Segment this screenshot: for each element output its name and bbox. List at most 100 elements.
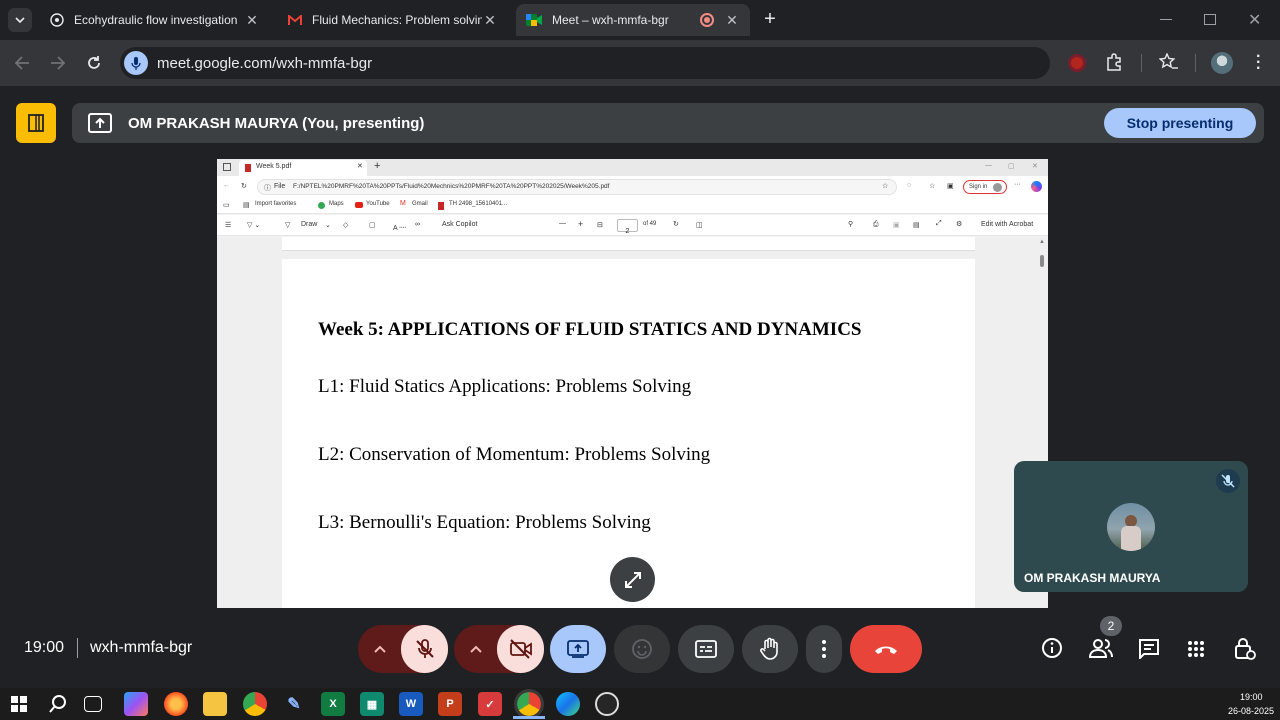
bookmark-item: YouTube — [366, 201, 390, 207]
captions-button[interactable] — [678, 625, 734, 673]
audio-options-button[interactable] — [358, 625, 401, 673]
camera-control-group — [454, 625, 544, 673]
close-icon: ✕ — [1032, 163, 1038, 170]
word-icon[interactable]: W — [399, 692, 423, 716]
taskbar-time: 19:00 — [1240, 692, 1263, 702]
file-explorer-icon[interactable] — [203, 692, 227, 716]
host-controls-icon[interactable] — [1234, 636, 1256, 660]
favorites-icon[interactable] — [1159, 53, 1179, 71]
more-options-button[interactable] — [806, 625, 842, 673]
bookmark-item: TH 2498_15610401... — [449, 201, 508, 207]
windows-taskbar — [0, 688, 1280, 720]
collections-icon: ▣ — [947, 183, 954, 190]
back-icon[interactable] — [14, 56, 30, 70]
app-icon[interactable]: ✓ — [478, 692, 502, 716]
contents-icon: ☰ — [225, 222, 232, 229]
stop-presenting-button[interactable]: Stop presenting — [1104, 108, 1256, 138]
bookmark-item: Gmail — [412, 201, 428, 207]
close-tab-icon[interactable]: ✕ — [724, 12, 740, 29]
reactions-button[interactable] — [614, 625, 670, 673]
voice-search-icon[interactable] — [124, 51, 148, 75]
shared-tab-title: Week 5.pdf — [256, 163, 292, 170]
activities-icon[interactable] — [1187, 640, 1205, 658]
browser-tab-3[interactable]: Meet – wxh-mmfa-bgr ✕ — [516, 4, 750, 36]
app-icon[interactable]: ▦ — [360, 692, 384, 716]
address-bar[interactable]: meet.google.com/wxh-mmfa-bgr — [120, 47, 1050, 79]
menu-kebab-icon[interactable]: · · · — [1256, 49, 1261, 77]
profile-avatar[interactable] — [1211, 52, 1233, 74]
eraser-icon: ◇ — [343, 222, 349, 229]
view-icon: ▢ — [369, 222, 376, 229]
tablet-icon: ▭ — [223, 202, 230, 209]
microphone-button[interactable] — [401, 625, 448, 673]
shared-tab-strip: Week 5.pdf ✕ + — ▢ ✕ — [217, 159, 1048, 176]
minimize-icon[interactable] — [1160, 19, 1172, 20]
taskbar-date: 26-08-2025 — [1228, 706, 1275, 716]
powerpoint-icon[interactable]: P — [438, 692, 462, 716]
meet-logo-icon — [16, 103, 56, 143]
page-view-icon: ◫ — [696, 222, 703, 229]
present-button[interactable] — [550, 625, 606, 673]
highlight-icon: ▽ ⌄ — [247, 222, 261, 229]
avatar-icon — [993, 183, 1002, 192]
forward-icon[interactable] — [50, 56, 66, 70]
tab-search-button[interactable] — [8, 8, 32, 32]
meeting-time: 19:00 — [24, 639, 65, 656]
windows-start-icon[interactable] — [11, 696, 27, 712]
read-aloud-icon: ◌ — [907, 182, 912, 189]
tab-title: Meet – wxh-mmfa-bgr — [552, 13, 669, 27]
participant-count: 2 — [1107, 619, 1115, 633]
rotate-icon: ↻ — [673, 221, 679, 228]
expand-presentation-button[interactable] — [610, 557, 655, 602]
bookmark-item: Import favorites — [255, 201, 297, 207]
fullscreen-icon: ⤢ — [936, 220, 942, 227]
browser-tab-1[interactable]: Ecohydraulic flow investigation ✕ — [40, 4, 270, 36]
back-icon: ← — [223, 182, 230, 189]
task-view-icon[interactable] — [84, 696, 102, 712]
chevron-down-icon: ⌄ — [325, 222, 331, 229]
page-number-box: 2 — [617, 219, 638, 235]
reload-icon: ↻ — [241, 183, 247, 190]
close-tab-icon[interactable]: ✕ — [244, 12, 260, 29]
restore-icon[interactable] — [1204, 14, 1216, 25]
extension-record-icon[interactable] — [1068, 54, 1086, 72]
pdf-line-3: L3: Bernoulli's Equation: Problems Solvi… — [318, 512, 651, 533]
close-window-icon[interactable]: ✕ — [1248, 10, 1261, 30]
firefox-icon[interactable] — [164, 692, 188, 716]
info-icon: ⓘ — [264, 185, 271, 192]
excel-icon[interactable]: X — [321, 692, 345, 716]
sign-in-text: Sign in — [969, 184, 988, 190]
snipping-tool-icon[interactable]: ✎ — [282, 692, 306, 716]
tab-title: Fluid Mechanics: Problem solving Ses — [312, 13, 482, 27]
chat-icon[interactable] — [1138, 638, 1160, 659]
ask-copilot-label: Ask Copilot — [442, 221, 478, 228]
meet-icon — [526, 14, 542, 26]
browser-tab-2[interactable]: Fluid Mechanics: Problem solving Ses ✕ — [278, 4, 508, 36]
zoom-in-icon: + — [578, 219, 584, 229]
obs-icon[interactable] — [595, 692, 619, 716]
meeting-info-icon[interactable] — [1041, 637, 1063, 659]
people-icon[interactable] — [1088, 638, 1114, 658]
chevron-up-icon — [469, 645, 482, 653]
video-options-button[interactable] — [454, 625, 497, 673]
present-screen-icon — [88, 113, 112, 133]
search-icon[interactable] — [49, 695, 67, 713]
extensions-icon[interactable] — [1105, 53, 1123, 71]
camera-button[interactable] — [497, 625, 544, 673]
copilot-icon[interactable] — [124, 692, 148, 716]
chatgpt-icon — [50, 13, 64, 27]
participant-tile[interactable]: OM PRAKASH MAURYA — [1014, 461, 1248, 592]
edge-icon[interactable] — [556, 692, 580, 716]
reload-icon[interactable] — [86, 55, 102, 71]
leave-call-button[interactable] — [850, 625, 922, 673]
pdf-line-1: L1: Fluid Statics Applications: Problems… — [318, 376, 692, 397]
shared-url: F:/NPTEL%20PMRF%20TA%20PPTs/Fluid%20Mech… — [293, 183, 610, 190]
new-tab-button[interactable]: + — [760, 8, 780, 32]
chrome-icon[interactable] — [243, 692, 267, 716]
copilot-icon — [1031, 181, 1042, 192]
recording-indicator-icon — [700, 13, 714, 27]
close-tab-icon[interactable]: ✕ — [482, 12, 498, 29]
settings-icon: ⚙ — [956, 221, 963, 228]
raise-hand-button[interactable] — [742, 625, 798, 673]
chrome-active-icon[interactable] — [514, 689, 544, 719]
